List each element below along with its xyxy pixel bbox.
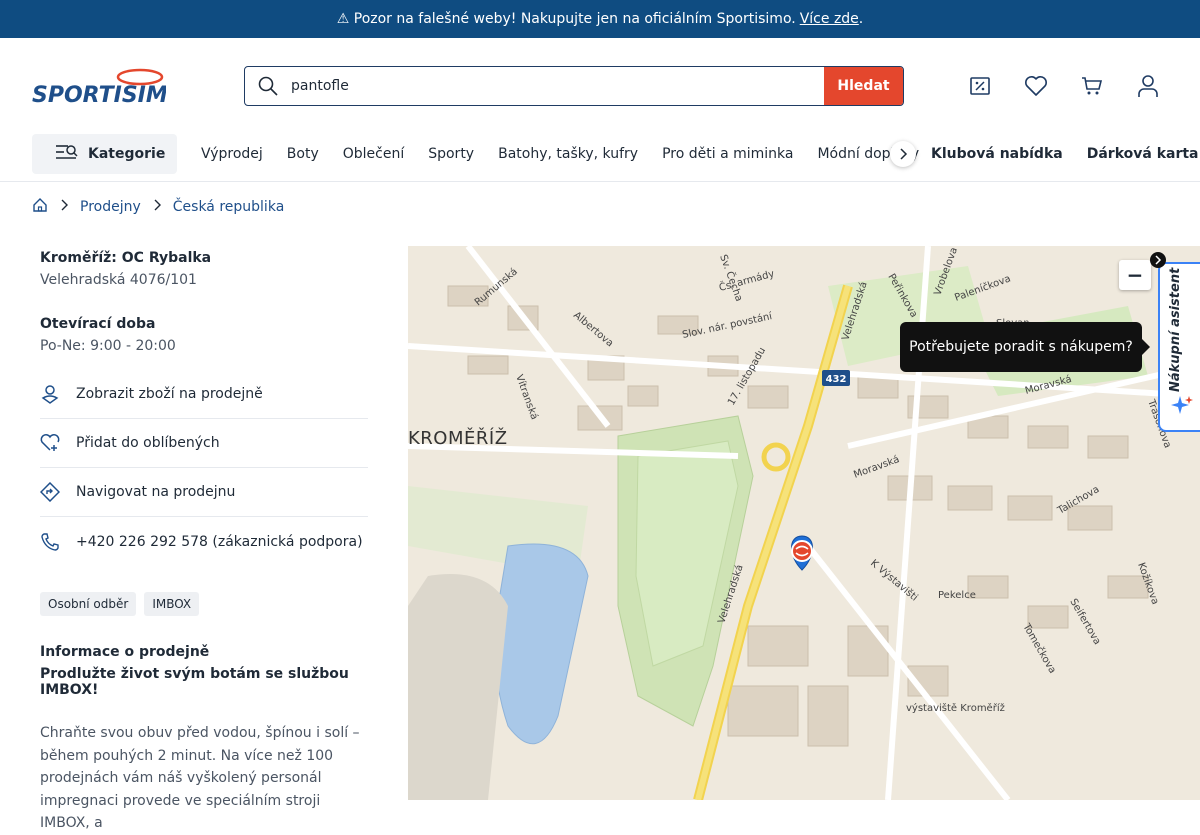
discount-icon[interactable] [968, 74, 992, 98]
search-bar: Hledat [244, 66, 904, 106]
assistant-collapse-button[interactable] [1150, 252, 1166, 268]
store-info-text: Chraňte svou obuv před vodou, špínou i s… [40, 725, 360, 831]
categories-label: Kategorie [88, 146, 166, 162]
categories-button[interactable]: Kategorie [32, 134, 177, 174]
store-address: Velehradská 4076/101 [40, 272, 197, 288]
store-location-icon [40, 384, 60, 404]
warning-trailing: . [858, 11, 864, 27]
store-info-subtitle: Prodlužte život svým botám se službou IM… [40, 666, 349, 698]
tag-imbox: IMBOX [144, 592, 200, 616]
add-to-favorites-button[interactable]: Přidat do oblíbených [40, 419, 368, 468]
tag-osobni-odber: Osobní odběr [40, 592, 137, 616]
action-label: Přidat do oblíbených [76, 435, 220, 451]
store-info-title: Informace o prodejně [40, 644, 210, 660]
search-icon [245, 67, 291, 105]
action-label: Navigovat na prodejnu [76, 484, 236, 500]
header: SPORTISIMO Hledat [0, 38, 1200, 134]
directions-icon [40, 482, 60, 502]
breadcrumb-prodejny[interactable]: Prodejny [80, 199, 141, 215]
nav-item-boty[interactable]: Boty [287, 146, 319, 162]
menu-icon [56, 144, 78, 164]
opening-hours-title: Otevírací doba [40, 316, 156, 332]
nav-item-obleceni[interactable]: Oblečení [343, 146, 404, 162]
chevron-right-icon [153, 199, 161, 215]
chevron-right-icon [900, 148, 908, 160]
phone-icon [40, 532, 60, 552]
sportisimo-logo[interactable]: SPORTISIMO [32, 66, 186, 108]
road-number: 432 [826, 374, 847, 385]
nav-item-deti[interactable]: Pro děti a miminka [662, 146, 793, 162]
action-label: Zobrazit zboží na prodejně [76, 386, 263, 402]
home-icon[interactable] [32, 197, 48, 217]
more-info-link[interactable]: Více zde [800, 11, 859, 27]
cart-icon[interactable] [1080, 74, 1104, 98]
heart-plus-icon [40, 433, 60, 453]
shopping-assistant-tab[interactable]: Nákupní asistent [1158, 262, 1200, 432]
warning-banner: ⚠ Pozor na falešné weby! Nakupujte jen n… [0, 0, 1200, 38]
navigate-to-store-button[interactable]: Navigovat na prodejnu [40, 468, 368, 517]
opening-hours: Po-Ne: 9:00 - 20:00 [40, 338, 176, 354]
assistant-label: Nákupní asistent [1168, 267, 1183, 392]
breadcrumb-ceska-republika[interactable]: Česká republika [173, 199, 285, 215]
user-account-icon[interactable] [1136, 74, 1160, 98]
action-label: +420 226 292 578 (zákaznická podpora) [76, 533, 363, 550]
nav-item-sporty[interactable]: Sporty [428, 146, 474, 162]
street-label: Pekelce [938, 590, 976, 601]
call-support-button[interactable]: +420 226 292 578 (zákaznická podpora) [40, 517, 368, 566]
breadcrumb: Prodejny Česká republika [32, 196, 284, 218]
nav-scroll-right-button[interactable] [890, 141, 916, 167]
show-store-goods-button[interactable]: Zobrazit zboží na prodejně [40, 370, 368, 419]
street-label: výstaviště Kroměříž [906, 702, 1005, 714]
sparkle-icon [1170, 394, 1194, 422]
map-city-label: KROMĚŘÍŽ [408, 427, 508, 449]
store-name: Kroměříž: OC Rybalka [40, 250, 212, 266]
wishlist-heart-icon[interactable] [1024, 74, 1048, 98]
chevron-right-icon [1155, 255, 1162, 265]
search-input[interactable] [291, 67, 824, 105]
chevron-right-icon [60, 199, 68, 215]
svg-text:SPORTISIMO: SPORTISIMO [32, 83, 166, 106]
store-details: Kroměříž: OC Rybalka Velehradská 4076/10… [40, 246, 368, 835]
nav-item-darkova-karta[interactable]: Dárková karta [1087, 146, 1199, 162]
nav-item-batohy[interactable]: Batohy, tašky, kufry [498, 146, 638, 162]
zoom-out-button[interactable]: − [1119, 260, 1151, 290]
assistant-tooltip: Potřebujete poradit s nákupem? [900, 322, 1150, 372]
nav-item-klubova-nabidka[interactable]: Klubová nabídka [931, 146, 1063, 162]
nav-item-vyprodej[interactable]: Výprodej [201, 146, 263, 162]
search-button[interactable]: Hledat [824, 67, 903, 105]
warning-text: ⚠ Pozor na falešné weby! Nakupujte jen n… [336, 11, 796, 27]
assistant-tooltip-text: Potřebujete poradit s nákupem? [909, 339, 1133, 355]
service-tags: Osobní odběr IMBOX [40, 592, 368, 616]
main-navigation: Kategorie Výprodej Boty Oblečení Sporty … [0, 134, 1200, 182]
